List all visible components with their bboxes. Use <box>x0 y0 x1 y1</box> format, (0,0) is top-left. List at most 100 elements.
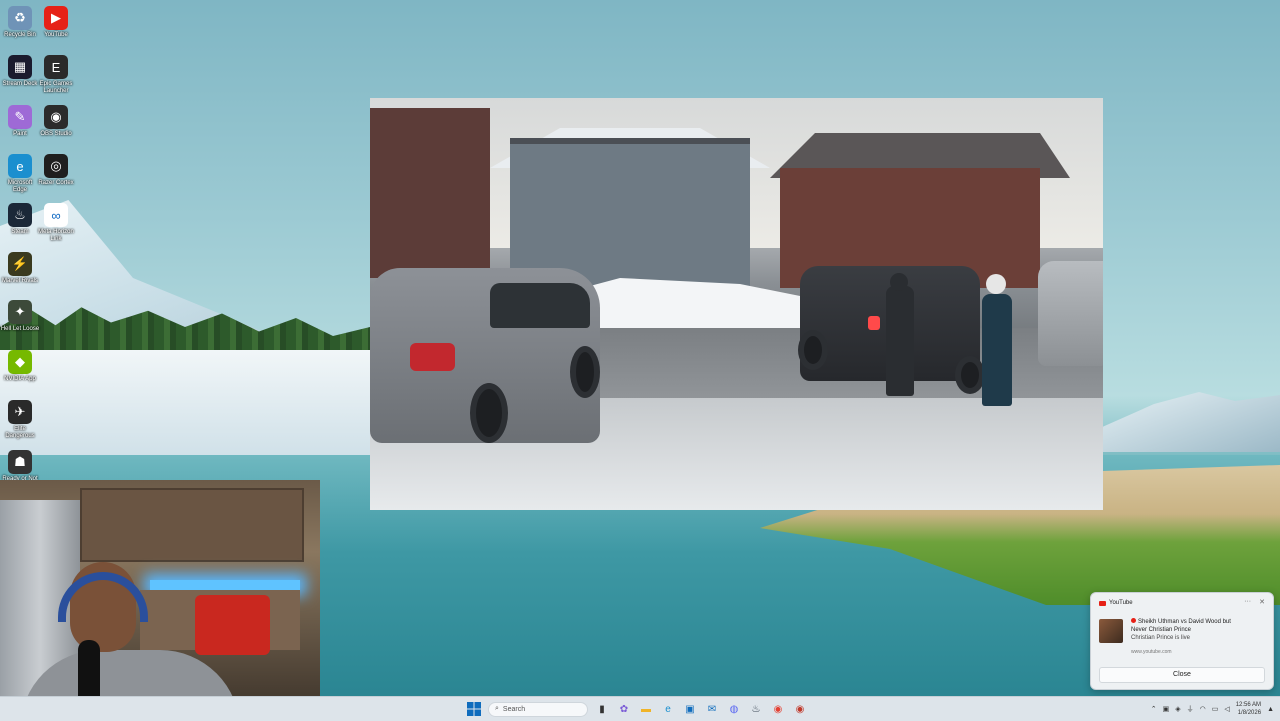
taskbar: ⌕ Search ▮ ✿ ▬ e ▣ ✉ ◍ ♨ ◉ ◉ ⌃ ▣ ◈ ⏚ ◠ ▭ ◁ 12:56 … <box>0 696 1280 721</box>
paint-icon: ✎ <box>8 105 32 129</box>
hell-let-loose-icon: ✦ <box>8 300 32 324</box>
video-wheel <box>798 330 828 370</box>
youtube-notification[interactable]: YouTube ··· ✕ Sheikh Uthman vs David Woo… <box>1090 592 1274 690</box>
outlook-taskbar-icon[interactable]: ✉ <box>704 701 720 717</box>
wifi-icon[interactable]: ◠ <box>1200 705 1206 713</box>
desktop-icon-label: Stream Deck <box>2 81 38 87</box>
desktop-icon-label: Razer Cortex <box>38 180 74 186</box>
notification-subtitle: Christian Prince is live <box>1131 635 1191 641</box>
desktop-icon-label: Meta Horizon Link <box>38 229 74 242</box>
desktop-icon-label: Elite Dangerous <box>5 426 35 439</box>
elite-dangerous-icon: ✈ <box>8 400 32 424</box>
tray-app-icon[interactable]: ▣ <box>1163 705 1170 713</box>
video-wheel <box>570 346 600 398</box>
display-icon[interactable]: ▭ <box>1212 705 1219 713</box>
video-suv-taillight <box>410 343 455 371</box>
notification-body[interactable]: Sheikh Uthman vs David Wood but Never Ch… <box>1131 618 1266 642</box>
folder-taskbar-icon[interactable]: ▬ <box>638 701 654 717</box>
taskbar-clock[interactable]: 12:56 AM 1/8/2026 <box>1236 701 1261 717</box>
desktop-icon-edge[interactable]: e Microsoft Edge <box>0 154 40 194</box>
desktop-icon-label: Microsoft Edge <box>7 180 33 193</box>
desktop-icon-label: Hell Let Loose <box>0 326 40 332</box>
desktop-icon-elite-dangerous[interactable]: ✈ Elite Dangerous <box>0 400 40 440</box>
recycle-bin-icon: ♻ <box>8 6 32 30</box>
streamdeck-icon: ▦ <box>8 55 32 79</box>
desktop-icon-label: Steam <box>11 229 29 235</box>
taskbar-search-placeholder: Search <box>502 705 526 713</box>
notification-app-name: YouTube <box>1109 600 1133 606</box>
desktop-icon-label: OBS Studio <box>40 131 72 137</box>
start-button[interactable] <box>466 701 482 717</box>
obs-taskbar-icon[interactable]: ◉ <box>792 701 808 717</box>
youtube-icon: ▶ <box>44 6 68 30</box>
store-taskbar-icon[interactable]: ▣ <box>682 701 698 717</box>
marvel-rivals-icon: ⚡ <box>8 252 32 276</box>
meta-quest-icon: ∞ <box>44 203 68 227</box>
tray-overflow-chevron-icon[interactable]: ⌃ <box>1151 705 1157 713</box>
desktop-icon-steam[interactable]: ♨ Steam <box>0 203 40 236</box>
video-person-woman <box>982 294 1012 406</box>
file-explorer-taskbar-icon[interactable]: ▮ <box>594 701 610 717</box>
tray-app-icon[interactable]: ◈ <box>1175 705 1180 713</box>
wallpaper-mountain-right <box>1100 392 1280 452</box>
desktop-icon-marvel-rivals[interactable]: ⚡ Marvel Rivals <box>0 252 40 285</box>
usb-icon[interactable]: ⏚ <box>1187 704 1194 714</box>
notification-bell-icon[interactable]: ▲ <box>1267 706 1274 713</box>
video-person-man-head <box>890 273 908 291</box>
notification-title-line1: Sheikh Uthman vs David Wood but <box>1138 619 1231 625</box>
desktop-icon-label: Paint <box>13 131 27 137</box>
webcam-chair <box>195 595 270 655</box>
dismiss-icon[interactable]: ✕ <box>1259 598 1265 606</box>
desktop-icon-paint[interactable]: ✎ Paint <box>0 105 40 138</box>
edge-icon: e <box>8 154 32 178</box>
desktop-icon-label: Epic Games Launcher <box>39 81 73 94</box>
desktop-icon-obs[interactable]: ◉ OBS Studio <box>36 105 76 138</box>
notification-title-line2: Never Christian Prince <box>1131 627 1192 633</box>
desktop-icon-ready-or-not[interactable]: ☗ Ready or Not <box>0 450 40 483</box>
obs-icon: ◉ <box>44 105 68 129</box>
desktop-icon-label: YouTube <box>44 32 68 38</box>
notification-header: YouTube <box>1099 600 1133 606</box>
video-house-left <box>370 108 490 278</box>
desktop-icon-streamdeck[interactable]: ▦ Stream Deck <box>0 55 40 88</box>
taskbar-search-box[interactable]: ⌕ Search <box>488 701 588 717</box>
discord-taskbar-icon[interactable]: ◍ <box>726 701 742 717</box>
desktop-icon-label: Marvel Rivals <box>1 278 38 284</box>
video-suv-window <box>490 283 590 328</box>
webcam-led-strip <box>150 580 300 590</box>
chrome-taskbar-icon[interactable]: ◉ <box>770 701 786 717</box>
youtube-icon <box>1099 600 1106 606</box>
desktop-icon-youtube[interactable]: ▶ YouTube <box>36 6 76 39</box>
desktop-icon-meta-quest[interactable]: ∞ Meta Horizon Link <box>36 203 76 243</box>
desktop-icon-recycle-bin[interactable]: ♻ Recycle Bin <box>0 6 40 39</box>
steam-taskbar-icon[interactable]: ♨ <box>748 701 764 717</box>
video-dark-suv-taillight <box>868 316 880 330</box>
desktop-icon-nvidia[interactable]: ◆ NVIDIA App <box>0 350 40 383</box>
volume-icon[interactable]: ◁ <box>1224 705 1229 713</box>
desktop-icon-label: Recycle Bin <box>4 32 36 38</box>
more-options-icon[interactable]: ··· <box>1244 598 1251 606</box>
system-tray: ⌃ ▣ ◈ ⏚ ◠ ▭ ◁ 12:56 AM 1/8/2026 ▲ <box>1151 699 1274 719</box>
clock-date: 1/8/2026 <box>1237 710 1262 716</box>
video-person-man <box>886 286 914 396</box>
search-icon: ⌕ <box>495 705 499 712</box>
desktop-icon-label: NVIDIA App <box>4 376 36 382</box>
edge-taskbar-icon[interactable]: e <box>660 701 676 717</box>
desktop-icon-hell-let-loose[interactable]: ✦ Hell Let Loose <box>0 300 40 333</box>
copilot-taskbar-icon[interactable]: ✿ <box>616 701 632 717</box>
windows-icon <box>467 702 481 716</box>
desktop-icon-razer-cortex[interactable]: ◎ Razer Cortex <box>36 154 76 187</box>
notification-source: www.youtube.com <box>1131 649 1172 655</box>
video-suv-white <box>1038 261 1103 366</box>
notification-controls: ··· ✕ <box>1244 598 1265 606</box>
clock-time: 12:56 AM <box>1235 702 1262 708</box>
desktop-icon-epic-games[interactable]: E Epic Games Launcher <box>36 55 76 95</box>
video-player[interactable] <box>370 98 1103 510</box>
notification-close-button[interactable]: Close <box>1099 667 1265 683</box>
notification-thumbnail <box>1099 619 1123 643</box>
steam-icon: ♨ <box>8 203 32 227</box>
wallpaper-snow <box>0 350 370 460</box>
video-wheel <box>955 356 985 394</box>
webcam-cabinets <box>80 488 304 562</box>
razer-cortex-icon: ◎ <box>44 154 68 178</box>
